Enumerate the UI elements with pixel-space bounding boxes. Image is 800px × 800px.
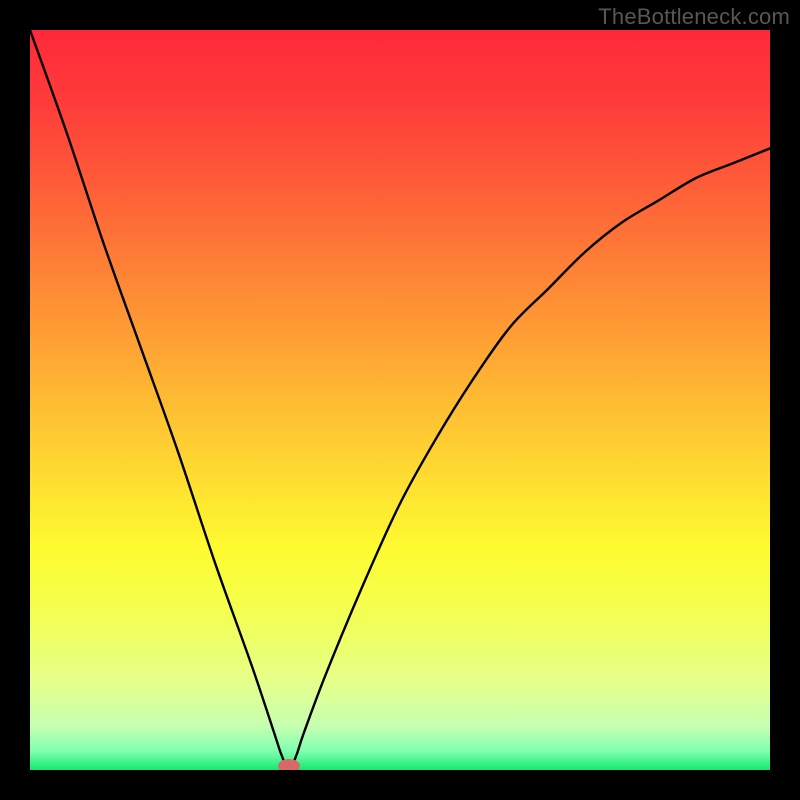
plot-area [30,30,770,770]
chart-frame: TheBottleneck.com [0,0,800,800]
curve-layer [30,30,770,770]
bottleneck-curve [30,30,770,770]
optimum-marker [278,759,300,770]
watermark-text: TheBottleneck.com [598,4,790,30]
